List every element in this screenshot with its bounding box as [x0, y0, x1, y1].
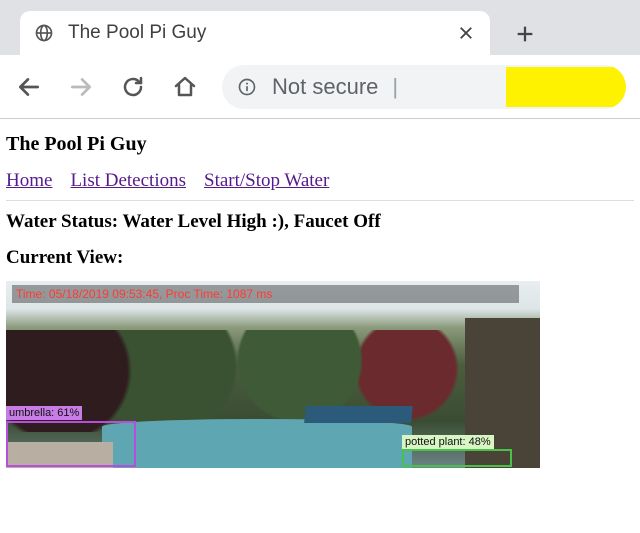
address-bar[interactable]: Not secure |: [222, 65, 626, 109]
nav-home[interactable]: Home: [6, 170, 52, 192]
address-separator: |: [392, 74, 398, 100]
active-tab[interactable]: The Pool Pi Guy: [20, 11, 490, 55]
detection-box-umbrella: [6, 421, 136, 467]
reload-button[interactable]: [118, 72, 148, 102]
home-button[interactable]: [170, 72, 200, 102]
detection-box-potted-plant: [402, 449, 512, 467]
tab-title: The Pool Pi Guy: [68, 22, 442, 44]
address-highlight: [506, 67, 626, 107]
browser-chrome: The Pool Pi Guy: [0, 0, 640, 55]
divider: [6, 200, 634, 201]
page-content: The Pool Pi Guy Home List Detections Sta…: [0, 119, 640, 468]
back-button[interactable]: [14, 72, 44, 102]
new-tab-button[interactable]: [506, 15, 544, 53]
globe-icon: [32, 21, 56, 45]
nav-list-detections[interactable]: List Detections: [70, 170, 186, 192]
current-view-label: Current View:: [6, 247, 634, 269]
camera-pool: [102, 419, 412, 468]
close-icon[interactable]: [454, 21, 478, 45]
detection-label-umbrella: umbrella: 61%: [6, 406, 82, 420]
info-icon: [236, 76, 258, 98]
detection-label-potted-plant: potted plant: 48%: [402, 435, 494, 449]
water-status: Water Status: Water Level High :), Fauce…: [6, 211, 634, 233]
nav-links: Home List Detections Start/Stop Water: [6, 170, 634, 192]
camera-view: Time: 05/18/2019 09:53:45, Proc Time: 10…: [6, 281, 540, 468]
tab-strip: The Pool Pi Guy: [0, 0, 640, 55]
security-status-text: Not secure: [272, 74, 378, 100]
browser-toolbar: Not secure |: [0, 55, 640, 119]
overlay-timestamp: Time: 05/18/2019 09:53:45, Proc Time: 10…: [12, 285, 519, 303]
camera-lounge: [304, 406, 413, 423]
nav-start-stop-water[interactable]: Start/Stop Water: [204, 170, 329, 192]
page-title: The Pool Pi Guy: [6, 133, 634, 156]
forward-button[interactable]: [66, 72, 96, 102]
camera-foliage: [6, 330, 540, 433]
